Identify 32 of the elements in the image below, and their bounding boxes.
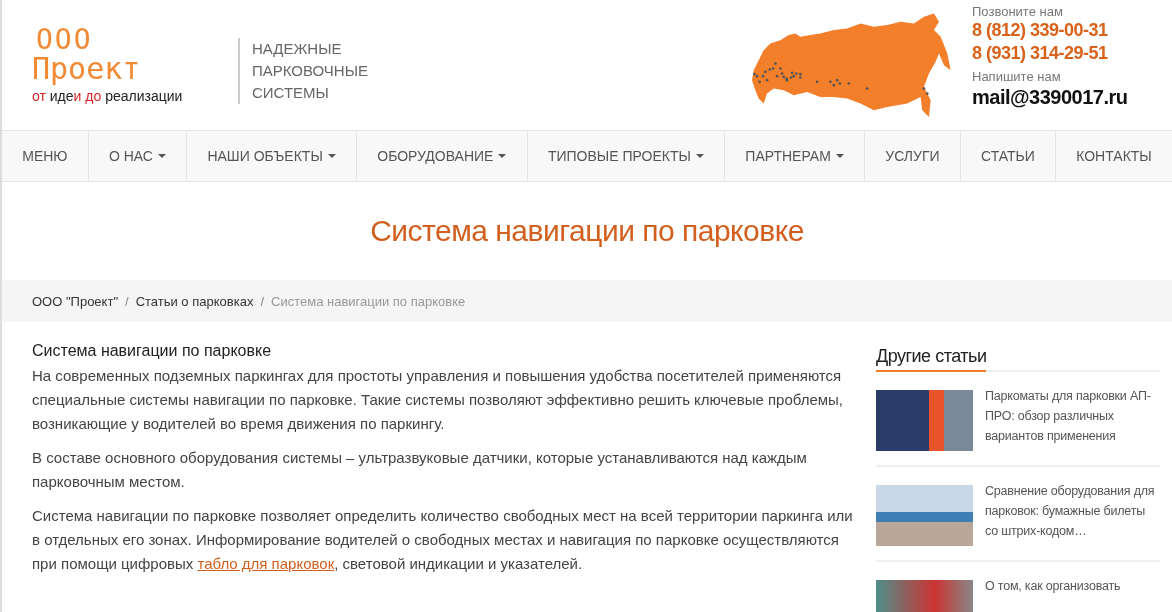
phone-number[interactable]: 8 (812) 339-00-31: [972, 19, 1142, 42]
nav-item[interactable]: УСЛУГИ: [865, 131, 961, 181]
nav-item[interactable]: СТАТЬИ: [960, 131, 1056, 181]
breadcrumb-link[interactable]: Статьи о парковках: [135, 293, 254, 309]
write-label: Напишите нам: [972, 69, 1062, 84]
nav-item[interactable]: КОНТАКТЫ: [1056, 131, 1172, 181]
nav-item[interactable]: МЕНЮ: [2, 131, 89, 181]
nav-item[interactable]: НАШИ ОБЪЕКТЫ: [187, 131, 358, 181]
breadcrumb-current: Система навигации по парковке: [271, 293, 466, 309]
email-link[interactable]: mail@3390017.ru: [972, 86, 1142, 109]
page-title: Система навигации по парковке: [369, 213, 805, 249]
nav-item[interactable]: О НАС: [88, 131, 188, 181]
call-label: Позвоните нам: [972, 4, 1064, 19]
logo-tagline: от идеи до реализации: [32, 88, 184, 104]
sidebar-heading: Другие статьи: [876, 346, 987, 372]
article-heading: Система навигации по парковке: [32, 342, 273, 360]
article-link[interactable]: Паркоматы для парковки АП-ПРО: обзор различных вариантов применения: [985, 386, 1160, 451]
nav-item[interactable]: ТИПОВЫЕ ПРОЕКТЫ: [527, 131, 726, 181]
breadcrumb-separator: /: [260, 293, 264, 309]
nav-item[interactable]: ОБОРУДОВАНИЕ: [357, 131, 528, 181]
article-paragraph: Система навигации по парковке позволяет определить количество свободных мест на всей территории паркинга или в отдельных его зонах. Информирование водителей о свободных местах и навигация по парковке осуществляются при помощи цифровых табло для парковок, световой индикации и указателей.: [32, 506, 854, 574]
article-link[interactable]: О том, как организовать: [985, 576, 1121, 612]
article-paragraph: В составе основного оборудования системы – ультразвуковые датчики, которые устанавливаются над каждым парковочным местом.: [32, 448, 808, 492]
nav-item[interactable]: ПАРТНЕРАМ: [725, 131, 866, 181]
article-paragraph: На современных подземных паркингах для простоты управления и повышения удобства посетителей применяются специальные системы навигации по парковке. Такие системы позволяют эффективно решить ключевые проблемы, возникающие у водителей во время движения по паркингу.: [32, 366, 845, 434]
photo-placeholder[interactable]: [876, 390, 973, 451]
photo-placeholder[interactable]: [876, 485, 973, 546]
slogan-text: НАДЕЖНЫЕ ПАРКОВОЧНЫЕ СИСТЕМЫ: [238, 38, 368, 104]
phone-number[interactable]: 8 (931) 314-29-51: [972, 42, 1142, 65]
breadcrumb-link[interactable]: ООО "Проект": [32, 293, 118, 309]
breadcrumb-separator: /: [125, 293, 129, 309]
article-link[interactable]: Сравнение оборудования для парковок: бумажные билеты со штрих-кодом…: [985, 481, 1160, 546]
